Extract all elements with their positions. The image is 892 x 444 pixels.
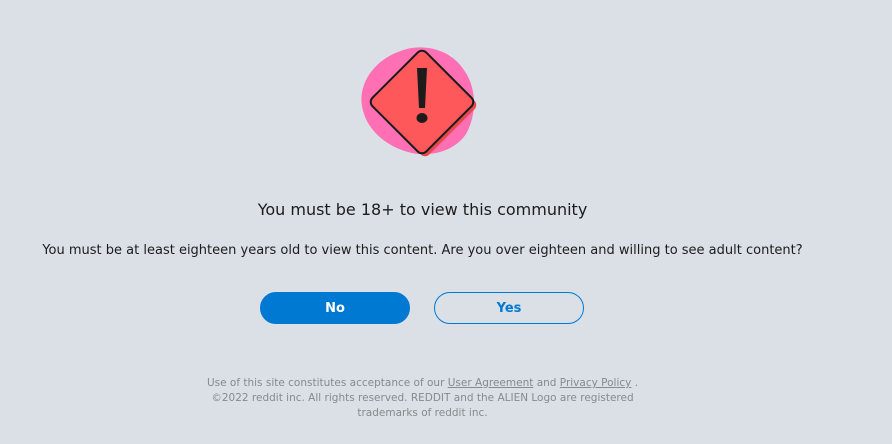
footer-line-1: Use of this site constitutes acceptance … [0,376,845,391]
warning-sign-icon [361,47,477,157]
footer-copyright-text: ©2022 reddit inc. All rights reserved. R… [211,392,634,404]
footer-period: . [634,377,639,389]
page-title: You must be 18+ to view this community [257,200,588,219]
footer-and-text: and [536,377,557,389]
yes-button[interactable]: Yes [434,292,584,324]
privacy-policy-link[interactable]: Privacy Policy [560,377,632,389]
age-confirmation-message: You must be at least eighteen years old … [42,243,803,258]
no-button[interactable]: No [260,292,410,324]
footer-trademark-text: trademarks of reddit inc. [357,407,488,419]
footer-legal-text: Use of this site constitutes acceptance … [0,376,845,421]
age-gate-page: You must be 18+ to view this community Y… [0,0,892,444]
user-agreement-link[interactable]: User Agreement [448,377,534,389]
footer-prefix-text: Use of this site constitutes acceptance … [206,377,445,389]
